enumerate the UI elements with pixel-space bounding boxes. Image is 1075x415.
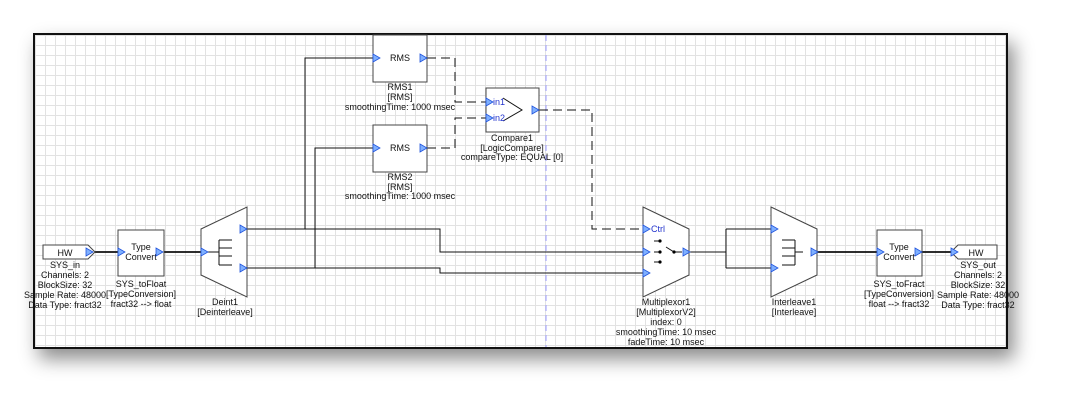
sys-out-block[interactable]: HW SYS_out Channels: 2 BlockSize: 32 Sam… xyxy=(937,244,1019,310)
block-param: smoothingTime: 1000 msec xyxy=(345,191,456,201)
block-glyph: RMS xyxy=(390,53,410,63)
compare-block[interactable]: in1 in2 Compare1 [LogicCompare] compareT… xyxy=(461,87,563,162)
block-name: Deint1 xyxy=(212,297,238,307)
block-diagram: HW SYS_in Channels: 2 BlockSize: 32 Samp… xyxy=(24,34,1019,347)
block-glyph: Type xyxy=(131,242,151,252)
block-param: BlockSize: 32 xyxy=(38,280,93,290)
block-type: [TypeConversion] xyxy=(106,289,176,299)
block-param: Channels: 2 xyxy=(41,270,89,280)
block-name: Compare1 xyxy=(491,133,533,143)
block-param: smoothingTime: 1000 msec xyxy=(345,102,456,112)
block-name: Interleave1 xyxy=(772,297,817,307)
block-param: Data Type: fract32 xyxy=(28,300,101,310)
block-param: Channels: 2 xyxy=(954,270,1002,280)
block-name: RMS1 xyxy=(387,82,412,92)
multiplexor-block[interactable]: Ctrl Multiplexor1 [MultiplexorV2] index:… xyxy=(616,206,717,347)
block-type: [MultiplexorV2] xyxy=(636,307,696,317)
block-param: fract32 --> float xyxy=(111,299,172,309)
block-param: index: 0 xyxy=(650,317,682,327)
port-label: in2 xyxy=(493,113,505,123)
block-glyph: HW xyxy=(58,248,73,258)
sys-in-block[interactable]: HW SYS_in Channels: 2 BlockSize: 32 Samp… xyxy=(24,244,106,310)
block-name: SYS_toFract xyxy=(873,279,925,289)
block-type: [Deinterleave] xyxy=(197,307,253,317)
block-name: SYS_toFloat xyxy=(116,279,167,289)
block-name: Multiplexor1 xyxy=(642,297,691,307)
block-param: float --> fract32 xyxy=(869,299,930,309)
block-name: RMS2 xyxy=(387,172,412,182)
deinterleave-block[interactable]: Deint1 [Deinterleave] xyxy=(197,206,253,317)
port-label: in1 xyxy=(493,97,505,107)
block-name: SYS_out xyxy=(960,260,996,270)
block-param: smoothingTime: 10 msec xyxy=(616,327,717,337)
rms2-block[interactable]: RMS RMS2 [RMS] smoothingTime: 1000 msec xyxy=(345,124,456,201)
block-param: Data Type: fract32 xyxy=(941,300,1014,310)
interleave-block[interactable]: Interleave1 [Interleave] xyxy=(770,206,819,317)
block-name: SYS_in xyxy=(50,260,80,270)
block-glyph: Convert xyxy=(883,252,915,262)
port-label: Ctrl xyxy=(651,224,665,234)
block-glyph: Type xyxy=(889,242,909,252)
block-type: [RMS] xyxy=(387,92,412,102)
block-glyph: HW xyxy=(969,248,984,258)
block-param: fadeTime: 10 msec xyxy=(628,337,705,347)
block-type: [Interleave] xyxy=(772,307,817,317)
block-param: BlockSize: 32 xyxy=(951,280,1006,290)
block-param: Sample Rate: 48000 xyxy=(937,290,1019,300)
block-param: compareType: EQUAL [0] xyxy=(461,152,563,162)
block-glyph: Convert xyxy=(125,252,157,262)
sys-tofract-block[interactable]: Type Convert SYS_toFract [TypeConversion… xyxy=(864,229,934,309)
block-glyph: RMS xyxy=(390,143,410,153)
sys-tofloat-block[interactable]: Type Convert SYS_toFloat [TypeConversion… xyxy=(106,229,176,309)
rms1-block[interactable]: RMS RMS1 [RMS] smoothingTime: 1000 msec xyxy=(345,34,456,112)
block-param: Sample Rate: 48000 xyxy=(24,290,106,300)
block-type: [TypeConversion] xyxy=(864,289,934,299)
